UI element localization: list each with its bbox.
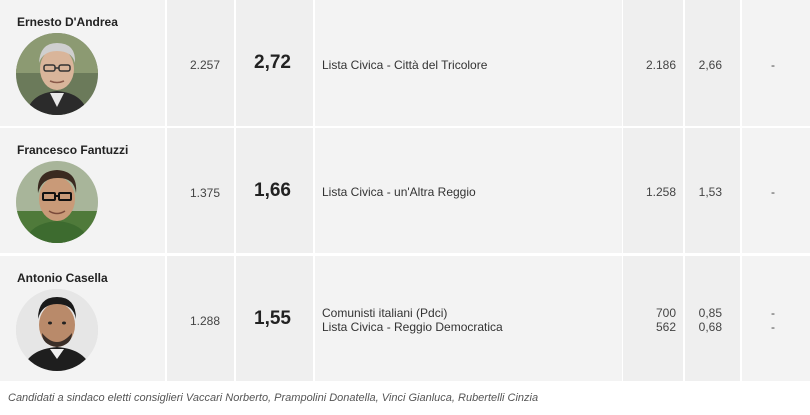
candidate-cell: Ernesto D'Andrea	[0, 0, 165, 126]
lists-cell: Lista Civica - un'Altra Reggio	[315, 128, 622, 253]
list-percent-cell: 1,53	[685, 128, 740, 253]
list-percent-cell: 2,66	[685, 0, 740, 126]
candidate-votes-cell: 1.288	[167, 256, 234, 381]
candidate-photo	[16, 289, 98, 371]
list-percent: 0,85	[698, 306, 722, 320]
list-percent: 1,53	[698, 185, 722, 199]
list-votes-cell: 1.258	[623, 128, 683, 253]
list-votes: 2.186	[645, 58, 676, 72]
candidate-percent: 1,55	[254, 308, 291, 329]
candidate-photo	[16, 161, 98, 243]
list-name: Comunisti italiani (Pdci)	[322, 306, 448, 320]
candidate-votes: 1.375	[189, 186, 220, 200]
candidate-row: Ernesto D'Andrea 2.257 2,72 Lista Civica…	[0, 0, 810, 127]
candidate-votes: 2.257	[189, 58, 220, 72]
list-seats: -	[771, 185, 775, 199]
list-percent: 2,66	[698, 58, 722, 72]
candidate-percent-cell: 2,72	[236, 0, 313, 126]
list-votes: 700	[655, 306, 676, 320]
candidate-percent: 2,72	[254, 52, 291, 73]
list-percent-cell: 0,85 0,68	[685, 256, 740, 381]
candidate-percent-cell: 1,66	[236, 128, 313, 253]
candidate-row: Antonio Casella 1.288 1,55 Comunisti ita…	[0, 256, 810, 382]
list-seats: -	[771, 58, 775, 72]
lists-cell: Comunisti italiani (Pdci) Lista Civica -…	[315, 256, 622, 381]
list-votes-cell: 2.186	[623, 0, 683, 126]
candidate-cell: Antonio Casella	[0, 256, 165, 381]
candidate-percent: 1,66	[254, 180, 291, 201]
seats-cell: -	[742, 128, 810, 253]
list-name: Lista Civica - Reggio Democratica	[322, 320, 503, 334]
candidate-percent-cell: 1,55	[236, 256, 313, 381]
candidate-name: Antonio Casella	[17, 271, 108, 285]
footer-note: Candidati a sindaco eletti consiglieri V…	[8, 392, 539, 404]
candidate-votes-cell: 2.257	[167, 0, 234, 126]
lists-cell: Lista Civica - Città del Tricolore	[315, 0, 622, 126]
list-name: Lista Civica - Città del Tricolore	[322, 58, 488, 72]
candidate-votes: 1.288	[189, 314, 220, 328]
list-votes: 1.258	[645, 185, 676, 199]
list-seats: -	[771, 306, 775, 320]
list-votes-cell: 700 562	[623, 256, 683, 381]
candidate-photo	[16, 33, 98, 115]
list-seats: -	[771, 320, 775, 334]
list-percent: 0,68	[698, 320, 722, 334]
seats-cell: - -	[742, 256, 810, 381]
candidate-name: Francesco Fantuzzi	[17, 143, 129, 157]
candidate-cell: Francesco Fantuzzi	[0, 128, 165, 253]
list-name: Lista Civica - un'Altra Reggio	[322, 185, 476, 199]
list-votes: 562	[655, 320, 676, 334]
candidate-name: Ernesto D'Andrea	[17, 15, 118, 29]
candidate-row: Francesco Fantuzzi 1.375 1,66 Lista Civi…	[0, 128, 810, 254]
seats-cell: -	[742, 0, 810, 126]
candidate-votes-cell: 1.375	[167, 128, 234, 253]
